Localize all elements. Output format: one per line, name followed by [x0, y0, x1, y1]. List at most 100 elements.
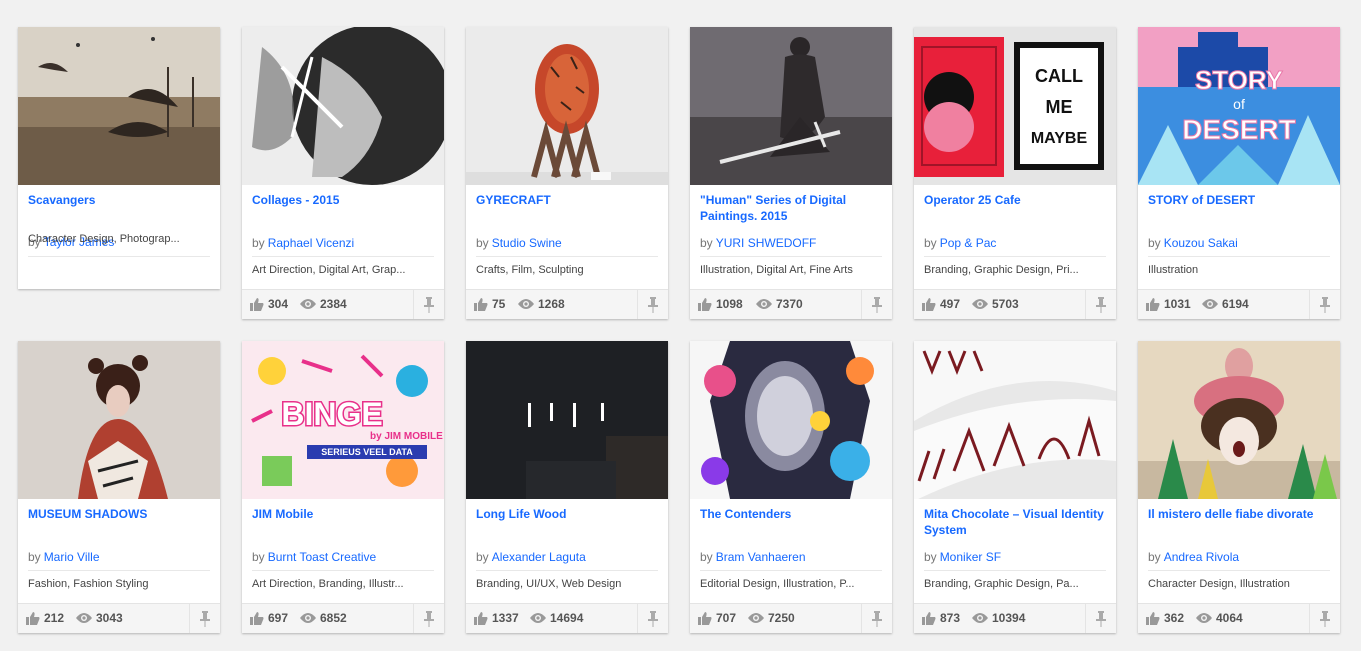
project-title[interactable]: STORY of DESERT [1148, 192, 1330, 208]
card-footer: 697 6852 [242, 603, 444, 633]
card-footer: 304 2384 [242, 289, 444, 319]
views-stat: 4064 [1196, 611, 1243, 625]
eye-icon [76, 613, 92, 623]
views-count: 7250 [768, 611, 795, 625]
card-footer: 75 1268 [466, 289, 668, 319]
project-card[interactable]: The Contenders by Bram Vanhaeren Editoria… [690, 341, 892, 633]
pin-button[interactable] [1085, 604, 1116, 633]
project-title[interactable]: Long Life Wood [476, 506, 658, 522]
owner-name-link[interactable]: Raphael Vicenzi [268, 236, 355, 250]
likes-count: 497 [940, 297, 961, 311]
owner-name-link[interactable]: Andrea Rivola [1164, 550, 1239, 564]
project-card[interactable]: Il mistero delle fiabe divorate by Andrea… [1138, 341, 1340, 633]
owner-name-link[interactable]: Burnt Toast Creative [268, 550, 377, 564]
project-thumbnail[interactable] [466, 27, 668, 185]
views-stat: 2384 [300, 297, 347, 311]
project-grid: Scavangers by Taylor James Character Desi… [0, 0, 1361, 651]
divider [700, 570, 882, 571]
project-fields: Character Design, Photograp... [28, 233, 180, 245]
project-thumbnail[interactable] [18, 341, 220, 499]
pin-button[interactable] [861, 604, 892, 633]
project-card[interactable]: "Human" Series of Digital Paintings. 201… [690, 27, 892, 319]
project-thumbnail[interactable]: BINGE by JIM MOBILE SERIEUS VEEL DATA [242, 341, 444, 499]
project-fields: Branding, UI/UX, Web Design [476, 578, 622, 590]
pin-button[interactable] [637, 604, 668, 633]
pin-button[interactable] [637, 290, 668, 319]
project-thumbnail[interactable] [466, 341, 668, 499]
project-owner: by Kouzou Sakai [1148, 236, 1330, 250]
project-thumbnail[interactable]: CALL ME MAYBE [914, 27, 1116, 185]
project-thumbnail[interactable]: STORY of DESERT [1138, 27, 1340, 185]
owner-name-link[interactable]: YURI SHWEDOFF [716, 236, 817, 250]
project-title[interactable]: The Contenders [700, 506, 882, 522]
pin-button[interactable] [413, 290, 444, 319]
pin-button[interactable] [189, 604, 220, 633]
pin-button[interactable] [861, 290, 892, 319]
project-thumbnail[interactable] [1138, 341, 1340, 499]
likes-count: 304 [268, 297, 289, 311]
project-title[interactable]: Collages - 2015 [252, 192, 434, 208]
likes-count: 212 [44, 611, 65, 625]
pin-button[interactable] [413, 604, 444, 633]
project-thumbnail[interactable] [914, 341, 1116, 499]
project-title[interactable]: GYRECRAFT [476, 192, 658, 208]
project-thumbnail[interactable] [18, 27, 220, 185]
pin-icon [1320, 296, 1330, 313]
project-title[interactable]: MUSEUM SHADOWS [28, 506, 210, 522]
project-thumbnail[interactable] [690, 341, 892, 499]
project-card[interactable]: BINGE by JIM MOBILE SERIEUS VEEL DATA JI… [242, 341, 444, 633]
views-stat: 14694 [530, 611, 583, 625]
project-thumbnail[interactable] [690, 27, 892, 185]
owner-by-label: by [1148, 550, 1161, 564]
project-card[interactable]: Scavangers by Taylor James Character Desi… [18, 27, 220, 289]
thumbs-up-icon [922, 611, 936, 625]
pin-button[interactable] [1309, 290, 1340, 319]
project-card[interactable]: MUSEUM SHADOWS by Mario Ville Fashion, Fa… [18, 341, 220, 633]
owner-name-link[interactable]: Bram Vanhaeren [716, 550, 806, 564]
owner-by-label: by [924, 550, 937, 564]
views-stat: 10394 [972, 611, 1025, 625]
pin-icon [200, 610, 210, 627]
views-stat: 7370 [756, 297, 803, 311]
owner-name-link[interactable]: Mario Ville [44, 550, 100, 564]
poster-text-2: by JIM MOBILE [370, 431, 443, 442]
owner-name-link[interactable]: Studio Swine [492, 236, 562, 250]
thumbs-up-icon [698, 611, 712, 625]
thumbs-up-icon [698, 297, 712, 311]
project-card[interactable]: GYRECRAFT by Studio Swine Crafts, Film, S… [466, 27, 668, 319]
project-title[interactable]: Il mistero delle fiabe divorate [1148, 506, 1330, 522]
project-fields: Crafts, Film, Sculpting [476, 264, 584, 276]
project-card[interactable]: Mita Chocolate – Visual Identity System … [914, 341, 1116, 633]
owner-by-label: by [700, 236, 713, 250]
owner-name-link[interactable]: Moniker SF [940, 550, 1001, 564]
owner-name-link[interactable]: Alexander Laguta [492, 550, 586, 564]
project-title[interactable]: JIM Mobile [252, 506, 434, 522]
card-footer: 707 7250 [690, 603, 892, 633]
owner-name-link[interactable]: Kouzou Sakai [1164, 236, 1238, 250]
project-title[interactable]: Scavangers [28, 192, 210, 208]
project-card[interactable]: CALL ME MAYBE Operator 25 Cafe by Pop & P… [914, 27, 1116, 319]
project-title[interactable]: Operator 25 Cafe [924, 192, 1106, 208]
project-card[interactable]: STORY of DESERT STORY of DESERT by Kouzou… [1138, 27, 1340, 319]
appreciations-stat: 497 [922, 297, 960, 311]
project-title[interactable]: "Human" Series of Digital Paintings. 201… [700, 192, 882, 224]
owner-by-label: by [476, 550, 489, 564]
pin-button[interactable] [1309, 604, 1340, 633]
eye-icon [300, 299, 316, 309]
project-thumbnail[interactable] [242, 27, 444, 185]
thumbs-up-icon [250, 297, 264, 311]
divider [1148, 256, 1330, 257]
appreciations-stat: 1098 [698, 297, 743, 311]
eye-icon [748, 613, 764, 623]
pin-icon [1096, 296, 1106, 313]
views-count: 10394 [992, 611, 1026, 625]
owner-name-link[interactable]: Pop & Pac [940, 236, 997, 250]
pin-button[interactable] [1085, 290, 1116, 319]
appreciations-stat: 1337 [474, 611, 519, 625]
pin-icon [648, 610, 658, 627]
project-title[interactable]: Mita Chocolate – Visual Identity System [924, 506, 1106, 538]
views-count: 4064 [1216, 611, 1243, 625]
project-card[interactable]: Long Life Wood by Alexander Laguta Brandi… [466, 341, 668, 633]
project-fields: Branding, Graphic Design, Pri... [924, 264, 1079, 276]
project-card[interactable]: Collages - 2015 by Raphael Vicenzi Art Di… [242, 27, 444, 319]
